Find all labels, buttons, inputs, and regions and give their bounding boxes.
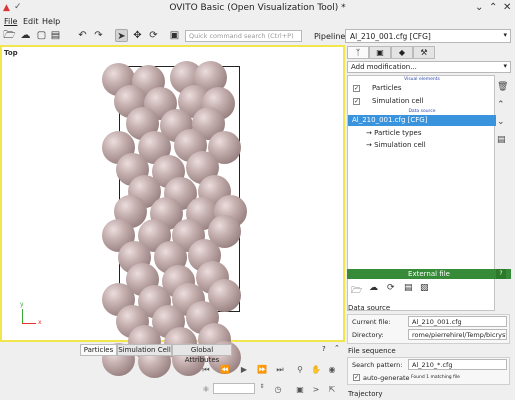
step-back-icon[interactable]: ⏪ <box>219 365 231 374</box>
file-sequence-section-label: File sequence <box>348 347 396 355</box>
new-window-icon[interactable]: ▢ <box>35 29 48 42</box>
panel-tabs: ᛉ ▣ ◆ ⚒ <box>347 46 447 59</box>
key-icon[interactable]: ⚛ <box>200 385 212 394</box>
menu-help[interactable]: Help <box>42 17 60 26</box>
y-axis-label: y <box>20 301 24 308</box>
trajectory-section-label: Trajectory <box>348 390 383 398</box>
data-inspector-tabs: Particles Simulation Cell Global Attribu… <box>0 343 345 364</box>
pipeline-item-label: → Particle types <box>366 129 422 137</box>
window-title: OVITO Basic (Open Visualization Tool) * <box>169 3 346 13</box>
anim-settings-icon[interactable]: ◷ <box>272 385 284 394</box>
jump-end-icon[interactable]: ⏭ <box>274 365 286 375</box>
autogenerate-label: auto-generate <box>363 374 410 382</box>
data-source-header: Data source <box>408 109 436 114</box>
move-icon[interactable]: ✥ <box>131 29 144 42</box>
data-source-section-label: Data source <box>348 304 391 312</box>
y-axis-icon <box>22 309 23 323</box>
open-session-icon[interactable]: ▤ <box>49 29 62 42</box>
orbit-icon[interactable]: ◉ <box>326 365 338 374</box>
search-pattern-field[interactable]: Al_210_*.cfg <box>408 359 507 370</box>
move-down-icon[interactable]: ⌄ <box>497 117 505 127</box>
title-bar: ▲ ✓ OVITO Basic (Open Visualization Tool… <box>0 0 515 17</box>
x-axis-label: x <box>38 319 42 326</box>
spinner-icon[interactable]: ⇕ <box>256 383 268 390</box>
pipeline-item-label: Particles <box>372 84 402 92</box>
file-sequence-group: Search pattern: Al_210_*.cfg ✓ auto-gene… <box>347 357 510 385</box>
add-modification-select[interactable]: Add modification... ▾ <box>347 61 511 73</box>
search-pattern-label: Search pattern: <box>352 361 403 369</box>
redo-icon[interactable]: ↷ <box>92 29 105 42</box>
animation-controls: ⏮ ⏪ ▶ ⏩ ⏭ ⚛ ⇕ ◷ ⚲ ✋ ◉ ▣ > ⇱ <box>0 357 345 400</box>
move-up-icon[interactable]: ⌃ <box>497 100 505 110</box>
help-button[interactable]: ? <box>496 269 506 279</box>
pipeline-select-value: Al_210_001.cfg [CFG] <box>350 32 431 41</box>
reload-icon[interactable]: ⟳ <box>387 283 395 293</box>
visual-elements-header: Visual elements <box>404 77 440 82</box>
open-folder-icon[interactable]: 🗁 <box>3 29 16 42</box>
overlay-tab-icon[interactable]: ◆ <box>391 46 413 59</box>
minimize-icon[interactable]: ⌄ <box>475 2 483 13</box>
pipeline-item-data-source[interactable]: Al_210_001.cfg [CFG] <box>348 115 496 126</box>
camera-icon[interactable]: ▣ <box>168 29 181 42</box>
directory-field[interactable]: rome/pierrehirel/Temp/bicrystal <box>408 329 507 340</box>
tab-global-attributes[interactable]: Global Attributes <box>172 344 232 364</box>
particles-checkbox[interactable]: ✓ <box>353 85 360 92</box>
help-icon[interactable]: ? <box>322 345 326 353</box>
fov-icon[interactable]: > <box>310 385 322 394</box>
delete-icon[interactable]: 🗑 <box>497 82 508 92</box>
viewport-top[interactable]: Top x y <box>0 45 345 378</box>
chevron-down-icon: ▾ <box>503 31 507 39</box>
pipeline-item-simulation-cell-visual[interactable]: ✓ Simulation cell <box>348 96 496 107</box>
copy-icon[interactable]: ▧ <box>420 283 429 293</box>
simulation-cell-checkbox[interactable]: ✓ <box>353 98 360 105</box>
cloud-download-icon[interactable]: ☁ <box>19 29 32 42</box>
spinner-box[interactable] <box>213 383 255 394</box>
select-mode-icon[interactable]: ➤ <box>115 29 128 42</box>
zoom-all-icon[interactable]: ▣ <box>294 385 306 394</box>
external-file-header: External file <box>347 269 511 279</box>
tab-simulation-cell[interactable]: Simulation Cell <box>117 344 172 356</box>
pipeline-item-label: Al_210_001.cfg [CFG] <box>352 116 428 124</box>
pipeline-item-particles[interactable]: ✓ Particles <box>348 83 496 94</box>
play-icon[interactable]: ▶ <box>238 365 250 374</box>
directory-label: Directory: <box>352 331 384 339</box>
render-tab-icon[interactable]: ▣ <box>369 46 391 59</box>
utilities-tab-icon[interactable]: ⚒ <box>413 46 435 59</box>
autogenerate-checkbox[interactable]: ✓ <box>353 374 360 381</box>
pipeline-item-label: Simulation cell <box>372 97 424 105</box>
command-search-input[interactable]: Quick command search (Ctrl+P) <box>185 30 302 42</box>
x-axis-icon <box>22 323 36 324</box>
menu-edit[interactable]: Edit <box>23 17 39 26</box>
collapse-icon[interactable]: ⌃ <box>334 344 340 352</box>
cloud-icon[interactable]: ☁ <box>369 283 378 293</box>
pipeline-item-simulation-cell[interactable]: → Simulation cell <box>348 140 496 151</box>
rotate-icon[interactable]: ⟳ <box>147 29 160 42</box>
undo-icon[interactable]: ↶ <box>76 29 89 42</box>
close-icon[interactable]: ✕ <box>503 2 511 13</box>
pan-icon[interactable]: ✋ <box>310 365 322 374</box>
menu-bar: File Edit Help <box>0 17 515 28</box>
current-file-field[interactable]: Al_210_001.cfg <box>408 316 507 327</box>
step-forward-icon[interactable]: ⏩ <box>256 365 268 374</box>
add-modification-label: Add modification... <box>351 63 417 71</box>
pipeline-item-label: → Simulation cell <box>366 141 426 149</box>
viewport-caption[interactable]: Top <box>4 49 18 57</box>
maximize-viewport-icon[interactable]: ⇱ <box>326 385 338 394</box>
jump-start-icon[interactable]: ⏮ <box>200 365 212 375</box>
pipeline-select[interactable]: Al_210_001.cfg [CFG] ▾ <box>345 29 511 43</box>
found-files-status: Found 1 matching file <box>411 375 460 380</box>
command-panel: ᛉ ▣ ◆ ⚒ Add modification... ▾ Visual ele… <box>345 45 515 400</box>
menu-file[interactable]: File <box>4 17 17 26</box>
chevron-down-icon: ▾ <box>503 62 507 70</box>
data-source-group: Current file: Al_210_001.cfg Directory: … <box>347 314 510 344</box>
pipeline-item-particle-types[interactable]: → Particle types <box>348 128 496 139</box>
maximize-icon[interactable]: ⌃ <box>489 2 497 13</box>
file-list-icon[interactable]: ▤ <box>404 283 413 293</box>
pipeline-tab-icon[interactable]: ᛉ <box>347 46 369 59</box>
tab-particles[interactable]: Particles <box>80 344 117 356</box>
clipboard-icon[interactable]: ▤ <box>497 135 506 145</box>
current-file-label: Current file: <box>352 318 391 326</box>
open-folder-icon[interactable]: 🗁 <box>351 283 362 299</box>
zoom-icon[interactable]: ⚲ <box>294 365 306 374</box>
